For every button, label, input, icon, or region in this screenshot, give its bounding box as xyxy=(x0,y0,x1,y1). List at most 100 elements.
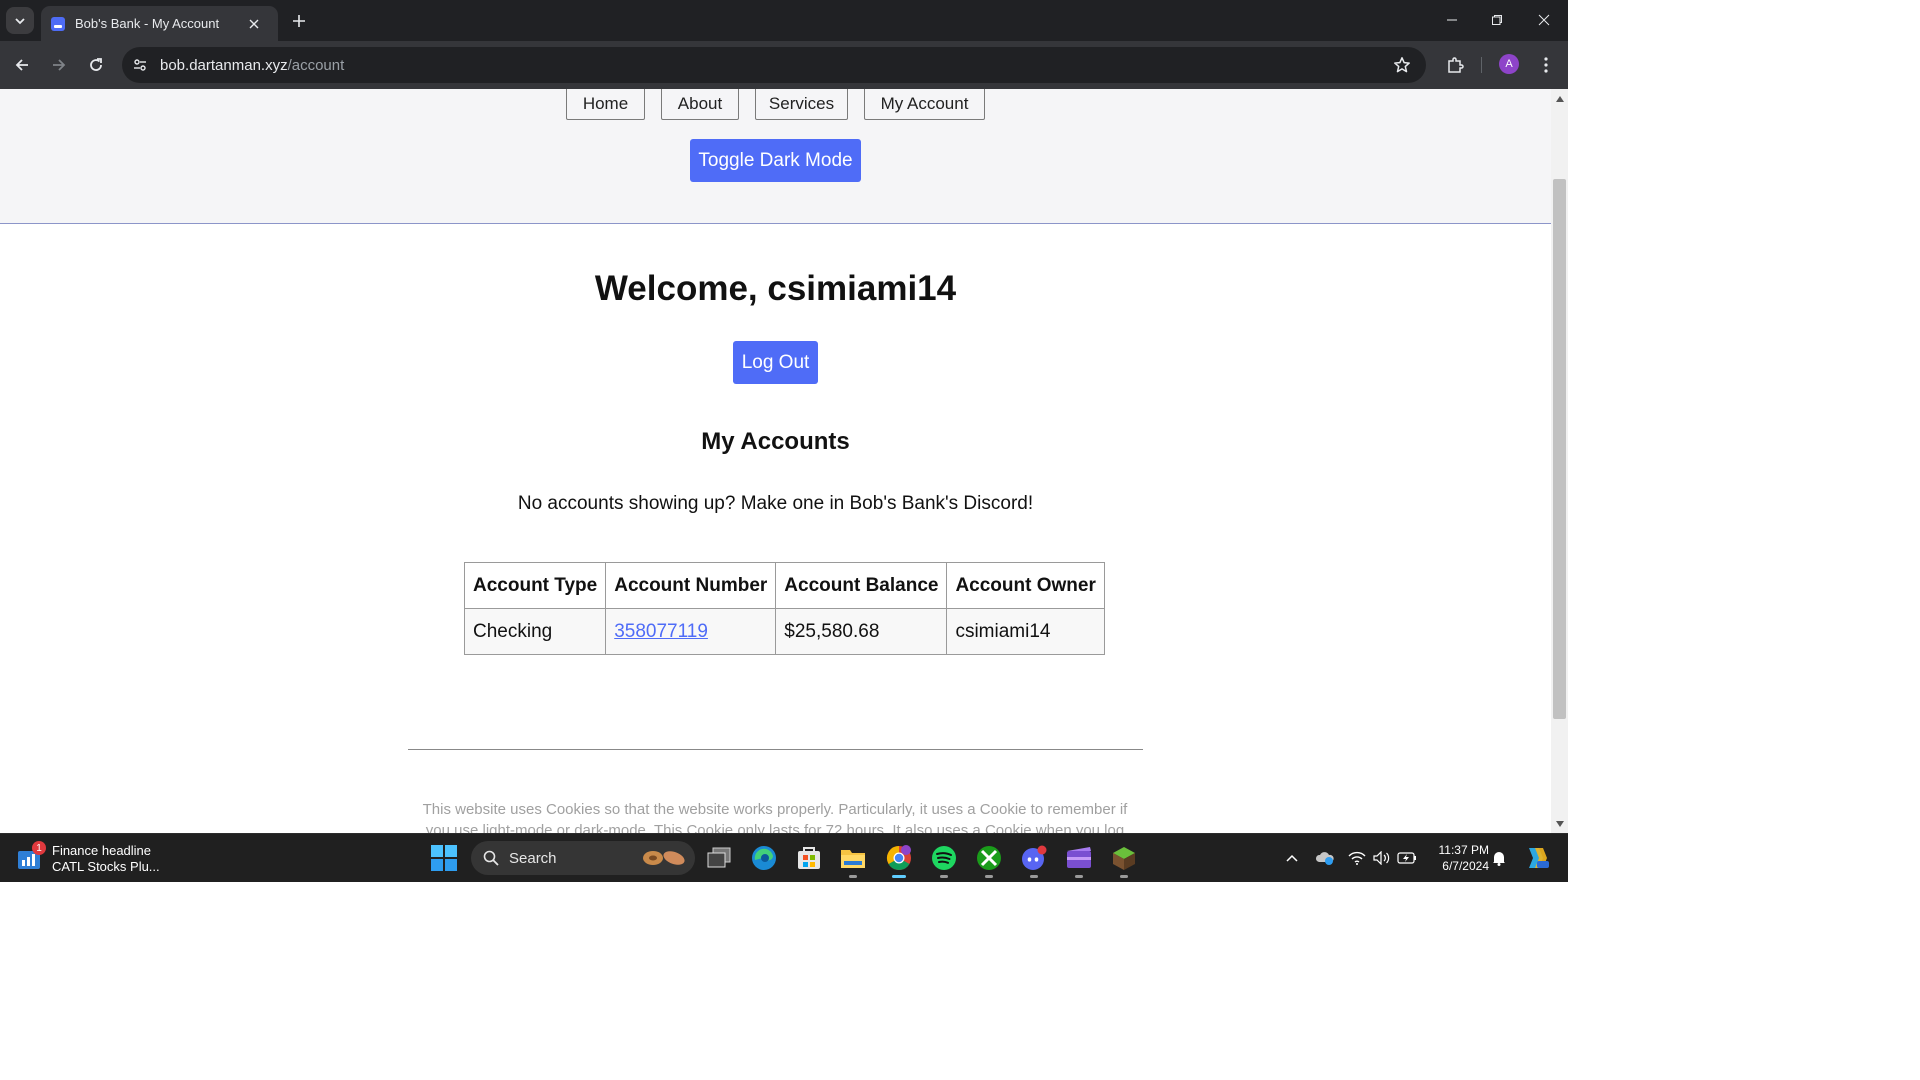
copilot-icon xyxy=(1529,848,1549,868)
running-indicator xyxy=(892,875,906,878)
scrollbar-thumb[interactable] xyxy=(1553,179,1566,719)
widget-subtitle: CATL Stocks Plu... xyxy=(52,859,160,874)
taskbar: 1 Finance headline CATL Stocks Plu... Se… xyxy=(0,833,1568,882)
column-header-account-balance: Account Balance xyxy=(775,562,948,609)
nav-services-link[interactable]: Services xyxy=(755,89,848,120)
wifi-tray-button[interactable] xyxy=(1346,846,1368,870)
tab-close-button[interactable] xyxy=(246,16,262,32)
page-viewport: Home About Services My Account Toggle Da… xyxy=(0,89,1551,833)
plus-icon xyxy=(293,15,305,27)
nav-about-link[interactable]: About xyxy=(661,89,739,120)
browser-menu-button[interactable] xyxy=(1535,53,1557,77)
chrome-icon xyxy=(886,845,911,871)
account-type-cell: Checking xyxy=(463,608,607,655)
task-view-icon xyxy=(707,847,731,868)
chrome-app[interactable] xyxy=(884,843,914,878)
volume-tray-button[interactable] xyxy=(1371,846,1393,870)
star-icon xyxy=(1394,57,1410,73)
discord-icon xyxy=(1022,845,1047,870)
clipchamp-app[interactable] xyxy=(1064,843,1094,878)
nav-my-account-link[interactable]: My Account xyxy=(864,89,985,120)
browser-tab-active[interactable]: Bob's Bank - My Account xyxy=(41,6,278,41)
reload-button[interactable] xyxy=(84,53,108,77)
notification-badge: 1 xyxy=(32,841,46,855)
toolbar-divider xyxy=(1481,57,1482,73)
minecraft-icon xyxy=(1113,847,1135,870)
welcome-heading: Welcome, csimiami14 xyxy=(594,269,957,308)
discord-app[interactable] xyxy=(1019,843,1049,878)
running-indicator xyxy=(1030,875,1038,878)
clock-date: 6/7/2024 xyxy=(1442,859,1489,873)
new-tab-button[interactable] xyxy=(287,9,311,33)
close-icon xyxy=(249,19,259,28)
edge-icon xyxy=(752,846,776,870)
search-highlight-icon xyxy=(643,851,685,865)
chevron-up-icon xyxy=(1286,854,1298,862)
edge-app[interactable] xyxy=(749,843,779,873)
forward-button[interactable] xyxy=(47,53,71,77)
column-header-account-number: Account Number xyxy=(605,562,777,609)
store-icon xyxy=(798,847,820,869)
windows-start-icon xyxy=(431,845,457,871)
minimize-button[interactable] xyxy=(1439,8,1465,32)
address-bar[interactable]: bob.dartanman.xyz/account xyxy=(122,47,1426,83)
browser-toolbar: bob.dartanman.xyz/account A xyxy=(0,41,1568,89)
arrow-right-icon xyxy=(53,59,66,71)
table-header-row: Account Type Account Number Account Bala… xyxy=(463,562,1105,609)
scroll-down-button[interactable] xyxy=(1555,819,1564,828)
extensions-button[interactable] xyxy=(1443,53,1467,77)
account-number-cell: 358077119 xyxy=(605,608,777,655)
notifications-button[interactable] xyxy=(1488,846,1510,870)
running-indicator xyxy=(985,875,993,878)
search-icon xyxy=(483,850,499,866)
tab-title: Bob's Bank - My Account xyxy=(75,16,220,31)
onedrive-tray-button[interactable] xyxy=(1314,846,1336,870)
folder-icon xyxy=(841,850,865,868)
copilot-button[interactable] xyxy=(1522,846,1550,870)
file-explorer-app[interactable] xyxy=(838,843,868,878)
more-vertical-icon xyxy=(1544,57,1548,73)
url-host: bob.dartanman.xyz xyxy=(160,56,288,74)
spotify-app[interactable] xyxy=(929,843,959,878)
close-icon xyxy=(1538,14,1550,26)
battery-tray-button[interactable] xyxy=(1396,846,1418,870)
toggle-dark-mode-button[interactable]: Toggle Dark Mode xyxy=(690,139,861,182)
accounts-table: Account Type Account Number Account Bala… xyxy=(463,562,1105,655)
log-out-button[interactable]: Log Out xyxy=(733,341,818,384)
battery-charging-icon xyxy=(1397,852,1416,864)
running-indicator xyxy=(940,875,948,878)
nav-home-link[interactable]: Home xyxy=(566,89,645,120)
discord-notice: No accounts showing up? Make one in Bob'… xyxy=(517,493,1034,514)
my-accounts-heading: My Accounts xyxy=(701,428,850,455)
page-scrollbar[interactable] xyxy=(1551,89,1568,833)
minecraft-app[interactable] xyxy=(1109,843,1139,878)
widgets-button[interactable]: 1 Finance headline CATL Stocks Plu... xyxy=(18,840,160,878)
start-button[interactable] xyxy=(431,845,457,871)
puzzle-icon xyxy=(1448,57,1464,73)
account-number-link[interactable]: 358077119 xyxy=(614,621,708,642)
running-indicator xyxy=(1120,875,1128,878)
taskbar-search[interactable]: Search xyxy=(471,841,695,875)
volume-icon xyxy=(1373,851,1390,865)
site-info-button[interactable] xyxy=(129,54,151,76)
url-path: /account xyxy=(287,56,345,74)
close-window-button[interactable] xyxy=(1531,8,1557,32)
account-owner-cell: csimiami14 xyxy=(946,608,1105,655)
minimize-icon xyxy=(1447,19,1457,21)
restore-button[interactable] xyxy=(1484,8,1510,32)
show-hidden-icons-button[interactable] xyxy=(1281,846,1303,870)
column-header-account-owner: Account Owner xyxy=(946,562,1105,609)
task-view-button[interactable] xyxy=(704,843,734,873)
browser-tabstrip: Bob's Bank - My Account xyxy=(0,0,1568,41)
widget-text: Finance headline CATL Stocks Plu... xyxy=(52,843,160,875)
profile-avatar[interactable]: A xyxy=(1499,54,1519,74)
scroll-up-button[interactable] xyxy=(1555,94,1564,103)
back-button[interactable] xyxy=(10,53,34,77)
tab-search-button[interactable] xyxy=(6,7,34,34)
cookie-notice: This website uses Cookies so that the we… xyxy=(422,801,1128,833)
tune-icon xyxy=(134,59,146,71)
store-app[interactable] xyxy=(794,843,824,873)
xbox-app[interactable] xyxy=(974,843,1004,878)
bookmark-button[interactable] xyxy=(1391,54,1413,76)
taskbar-clock[interactable]: 11:37 PM 6/7/2024 xyxy=(1425,842,1489,874)
